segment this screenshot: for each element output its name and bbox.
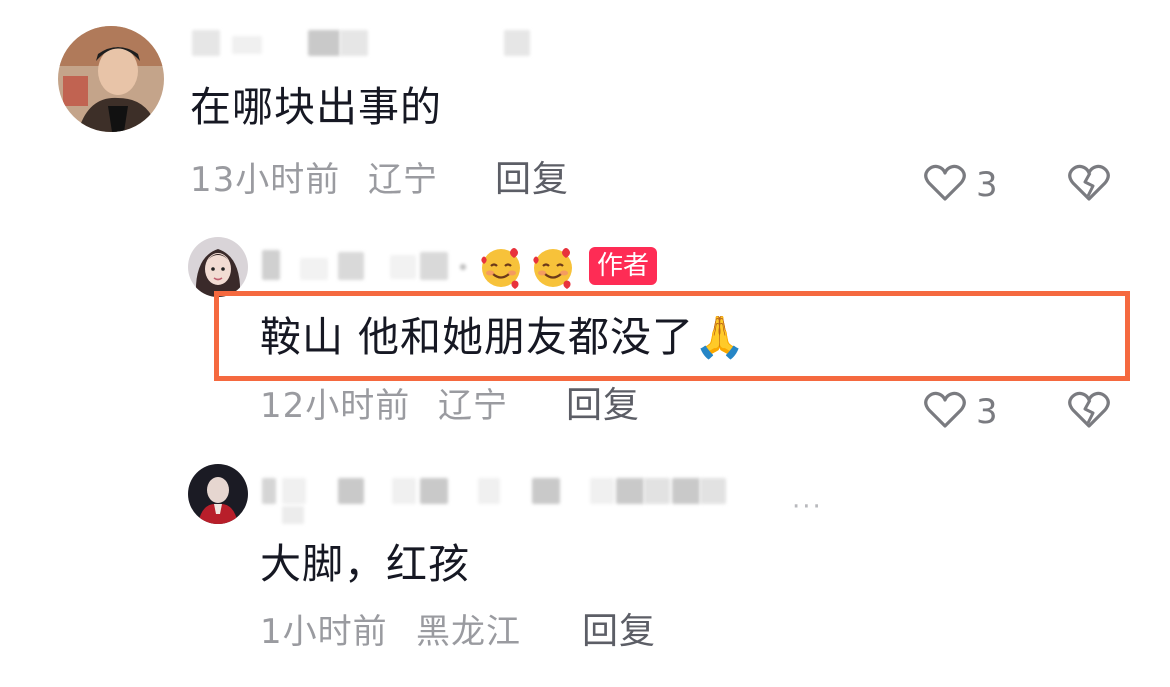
comment-time: 1小时前 bbox=[260, 612, 388, 652]
username-redacted bbox=[616, 478, 644, 504]
reply-button[interactable]: 回复 bbox=[495, 162, 569, 198]
username-redacted bbox=[340, 30, 368, 56]
like-count: 3 bbox=[976, 165, 998, 205]
username-redacted bbox=[308, 30, 340, 56]
author-badge: 作者 bbox=[589, 247, 658, 285]
avatar[interactable] bbox=[58, 26, 164, 132]
username-redacted bbox=[478, 478, 500, 504]
username-redacted bbox=[338, 478, 364, 504]
comment-text: 在哪块出事的 bbox=[190, 83, 442, 131]
like-count: 3 bbox=[976, 392, 998, 432]
username-redacted bbox=[590, 478, 614, 504]
comment-time: 13小时前 bbox=[190, 160, 341, 200]
username-redacted[interactable] bbox=[262, 250, 280, 280]
username-redacted bbox=[392, 478, 416, 504]
username-redacted bbox=[338, 252, 364, 280]
username-redacted bbox=[282, 478, 306, 504]
username-redacted bbox=[420, 478, 448, 504]
username-redacted bbox=[644, 478, 670, 504]
username-redacted bbox=[700, 478, 726, 504]
reply-button[interactable]: 回复 bbox=[582, 614, 656, 650]
heart-outline-icon bbox=[924, 391, 966, 433]
username-redacted bbox=[504, 30, 530, 56]
heart-outline-icon bbox=[924, 164, 966, 206]
comment-location: 辽宁 bbox=[438, 386, 508, 426]
like-button[interactable]: 3 bbox=[924, 164, 998, 206]
like-button[interactable]: 3 bbox=[924, 391, 998, 433]
username-redacted[interactable] bbox=[262, 478, 276, 504]
reply-button[interactable]: 回复 bbox=[566, 388, 640, 424]
username-redacted bbox=[232, 36, 262, 54]
smiling-face-with-hearts-icon bbox=[530, 244, 576, 290]
smiling-face-with-hearts-icon bbox=[478, 244, 524, 290]
dislike-button[interactable] bbox=[1068, 391, 1110, 429]
avatar[interactable] bbox=[188, 237, 248, 297]
comment-time: 12小时前 bbox=[260, 386, 411, 426]
username-redacted bbox=[420, 252, 448, 280]
comment-text: 鞍山 他和她朋友都没了🙏 bbox=[260, 313, 747, 361]
dislike-button[interactable] bbox=[1068, 164, 1110, 202]
broken-heart-icon bbox=[1068, 391, 1110, 429]
username-redacted bbox=[532, 478, 560, 504]
username-redacted bbox=[390, 255, 416, 279]
username-redacted bbox=[460, 264, 466, 270]
avatar[interactable] bbox=[188, 464, 248, 524]
more-dots-icon[interactable]: ··· bbox=[792, 492, 823, 522]
username-redacted bbox=[672, 478, 700, 504]
username-redacted bbox=[282, 506, 304, 524]
comment-location: 黑龙江 bbox=[416, 612, 521, 652]
username-redacted[interactable] bbox=[192, 30, 220, 56]
broken-heart-icon bbox=[1068, 164, 1110, 202]
username-redacted bbox=[300, 258, 328, 280]
comment-location: 辽宁 bbox=[368, 160, 438, 200]
comment-text: 大脚，红孩 bbox=[260, 540, 470, 588]
